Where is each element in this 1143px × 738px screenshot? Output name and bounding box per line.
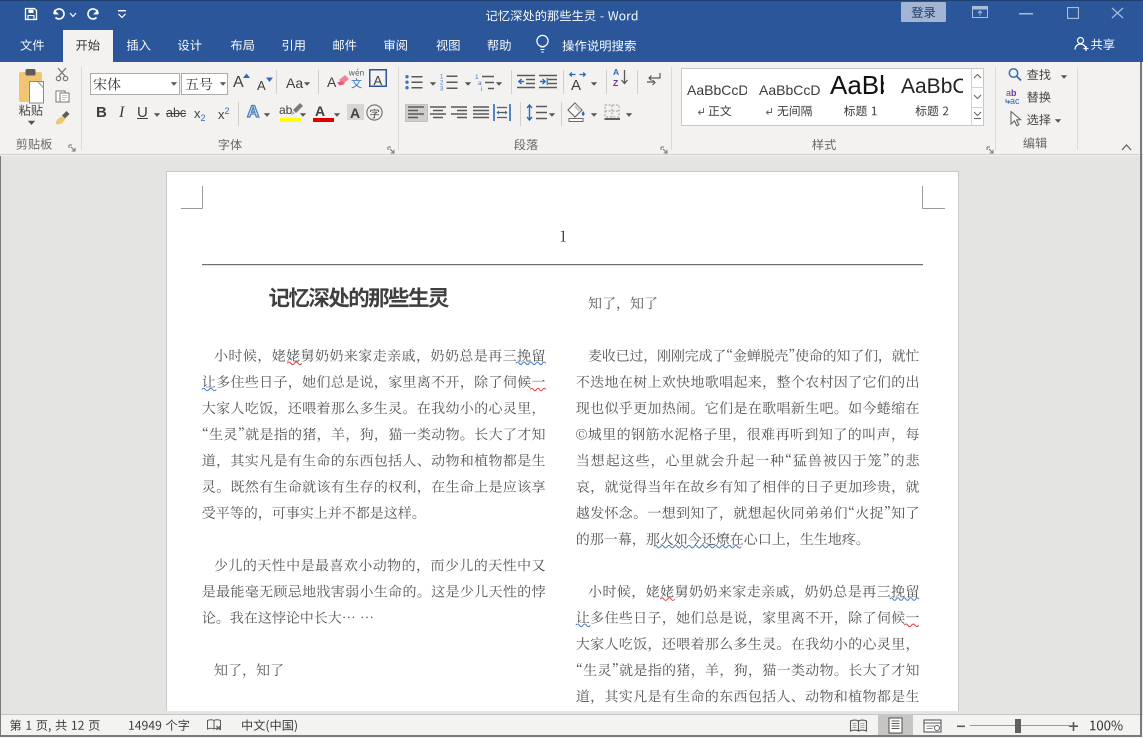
svg-text:Z: Z	[613, 78, 618, 88]
svg-text:A: A	[571, 77, 581, 93]
svg-text:A: A	[613, 67, 619, 77]
svg-text:ac: ac	[1010, 96, 1020, 105]
svg-text:3: 3	[440, 87, 444, 92]
svg-text:i: i	[481, 86, 482, 91]
